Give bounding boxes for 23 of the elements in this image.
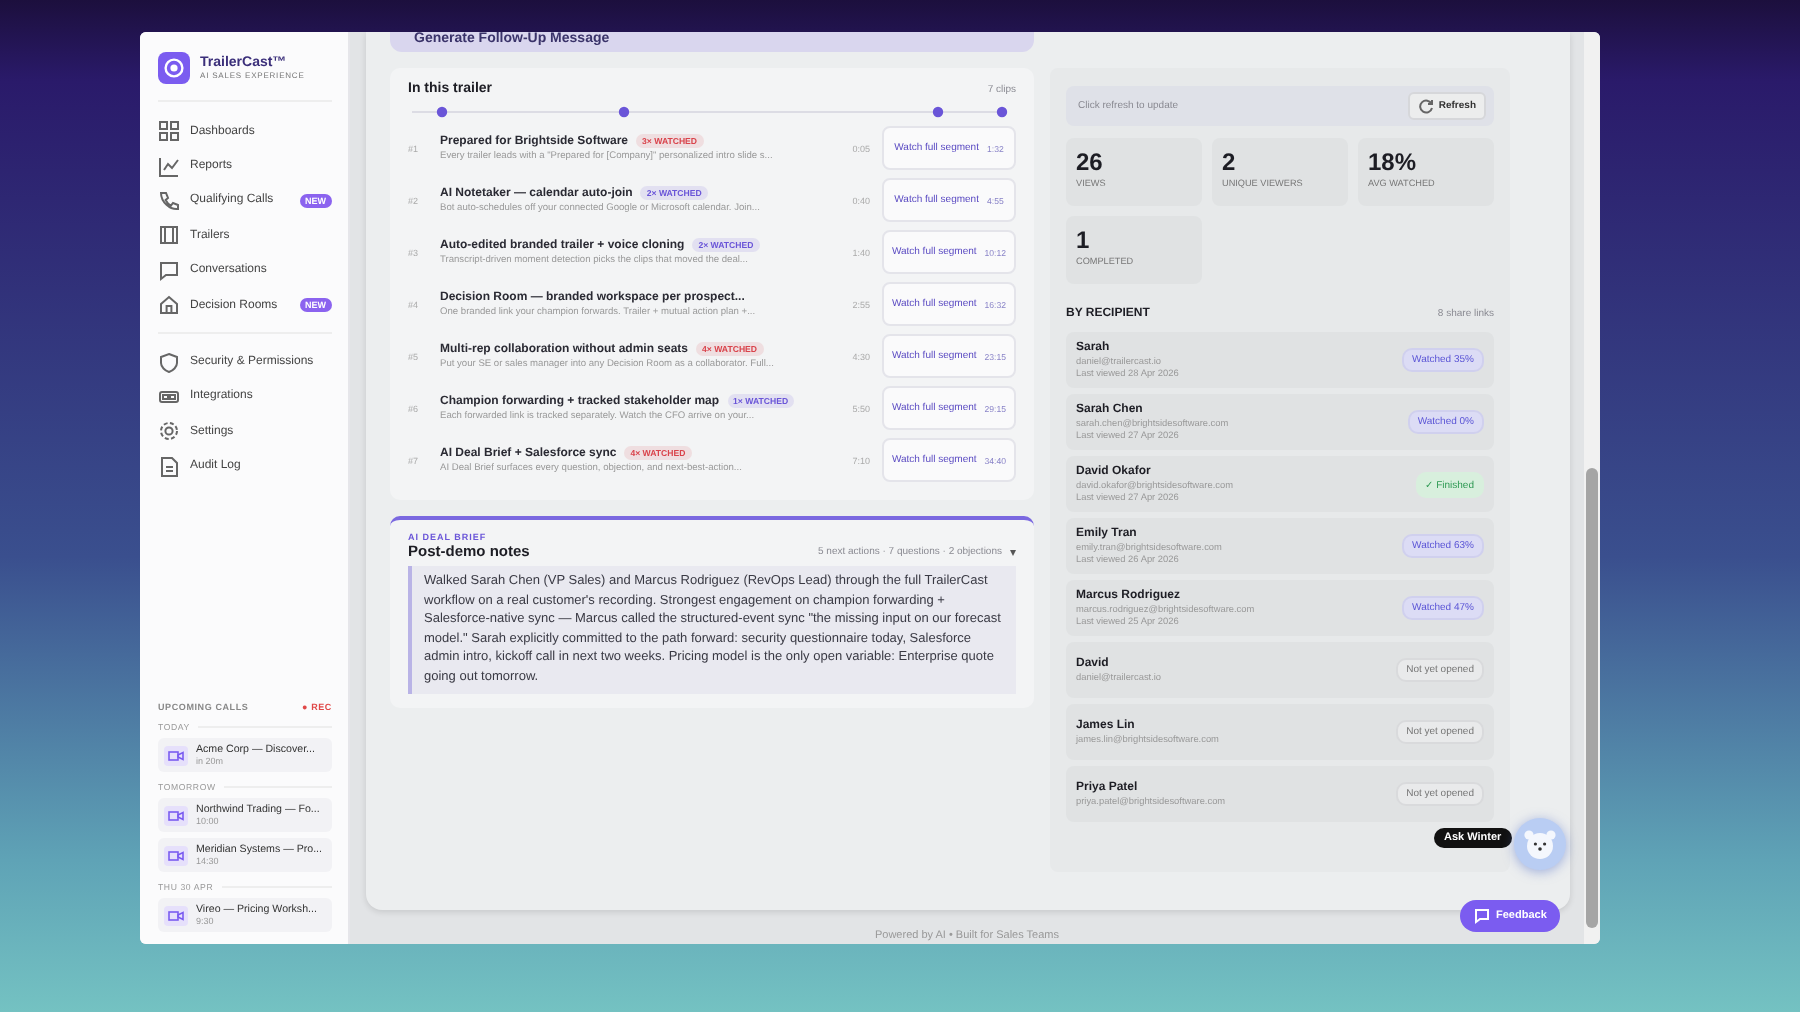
stat-value: 26 [1076, 148, 1105, 176]
film-icon [158, 224, 180, 247]
video-camera-icon [164, 805, 188, 825]
stat-value: 2 [1222, 148, 1238, 176]
grid-icon [158, 120, 180, 143]
stat-value: 1 [1076, 226, 1092, 254]
house-icon [158, 294, 180, 317]
refresh-icon [1418, 98, 1435, 114]
stat-value: 18% [1368, 148, 1419, 176]
phone-icon [158, 189, 180, 212]
bear-avatar-icon[interactable] [1514, 818, 1566, 870]
chart-icon [158, 155, 180, 178]
video-camera-icon [164, 905, 188, 925]
video-camera-icon [164, 745, 188, 765]
logo-icon [158, 52, 190, 84]
gear-icon [158, 420, 180, 443]
video-camera-icon [164, 845, 188, 865]
scrollbar[interactable] [1584, 32, 1600, 944]
shield-icon [158, 351, 180, 374]
document-icon [158, 455, 180, 478]
chat-icon [1474, 908, 1490, 924]
chat-icon [158, 259, 180, 282]
toggle-icon [158, 385, 180, 408]
